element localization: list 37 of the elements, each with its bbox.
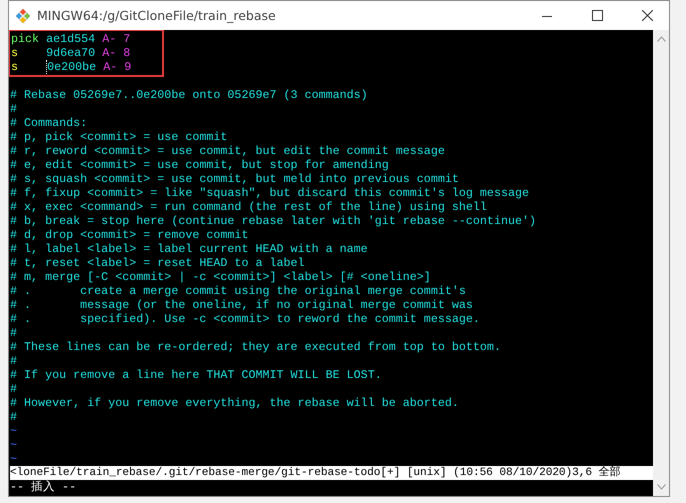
comment-line: # . message (or the oneline, if no original merge commit was bbox=[10, 298, 474, 312]
comment-line: # b, break = stop here (continue rebase later with 'git rebase --continue') bbox=[10, 214, 538, 228]
comment-line: # r, reword <commit> = use commit, but edit the commit message bbox=[10, 144, 446, 158]
comment-line: # bbox=[10, 354, 18, 368]
comment-line: # bbox=[10, 102, 18, 116]
comment-line: # p, pick <commit> = use commit bbox=[10, 130, 228, 144]
todo-line: pick ae1d554 A- 7 bbox=[11, 32, 132, 46]
comment-line: # l, label <label> = label current HEAD with a name bbox=[10, 242, 369, 256]
comment-line: # bbox=[10, 410, 18, 424]
comment-line: # bbox=[10, 382, 18, 396]
comment-line: # x, exec <command> = run command (the rest of the line) using shell bbox=[10, 200, 488, 214]
comment-line: # These lines can be re-ordered; they are executed from top to bottom. bbox=[10, 340, 502, 354]
comment-line: # bbox=[10, 326, 18, 340]
comment-line: # d, drop <commit> = remove commit bbox=[10, 228, 250, 242]
mode-line: -- 插入 -- bbox=[10, 480, 78, 494]
comment-line: # m, merge [-C <commit> | -c <commit>] <label> [# <oneline>] bbox=[10, 270, 432, 284]
scroll-up-icon[interactable] bbox=[656, 36, 666, 42]
maximize-icon bbox=[592, 10, 602, 21]
comment-line: # t, reset <label> = reset HEAD to a label bbox=[10, 256, 306, 270]
todo-line: s 0e200be A- 9 bbox=[11, 60, 132, 74]
comment-line: # e, edit <commit> = use commit, but stop for amending bbox=[10, 158, 390, 172]
comment-line: # However, if you remove everything, the rebase will be aborted. bbox=[10, 396, 460, 410]
window-title: MINGW64:/g/GitCloneFile/train_rebase bbox=[37, 8, 277, 23]
scroll-down-icon[interactable] bbox=[656, 484, 666, 490]
comment-line: # . specified). Use -c <commit> to reword the commit message. bbox=[10, 312, 481, 326]
empty-line-marker: ~ bbox=[10, 438, 18, 452]
empty-line-marker: ~ bbox=[10, 452, 18, 466]
comment-line: # . create a merge commit using the original merge commit's bbox=[10, 284, 467, 298]
comment-line: # If you remove a line here THAT COMMIT WILL BE LOST. bbox=[10, 368, 383, 382]
empty-line-marker: ~ bbox=[10, 424, 18, 438]
todo-line: s 9d6ea70 A- 8 bbox=[11, 46, 132, 60]
scrollbar[interactable] bbox=[653, 30, 669, 496]
comment-line: # Rebase 05269e7..0e200be onto 05269e7 (3 commands) bbox=[10, 88, 369, 102]
comment-line: # s, squash <commit> = use commit, but meld into previous commit bbox=[10, 172, 460, 186]
close-icon bbox=[642, 10, 652, 21]
comment-line: # f, fixup <commit> = like "squash", but discard this commit's log message bbox=[10, 186, 530, 200]
comment-line: # Commands: bbox=[10, 116, 88, 130]
